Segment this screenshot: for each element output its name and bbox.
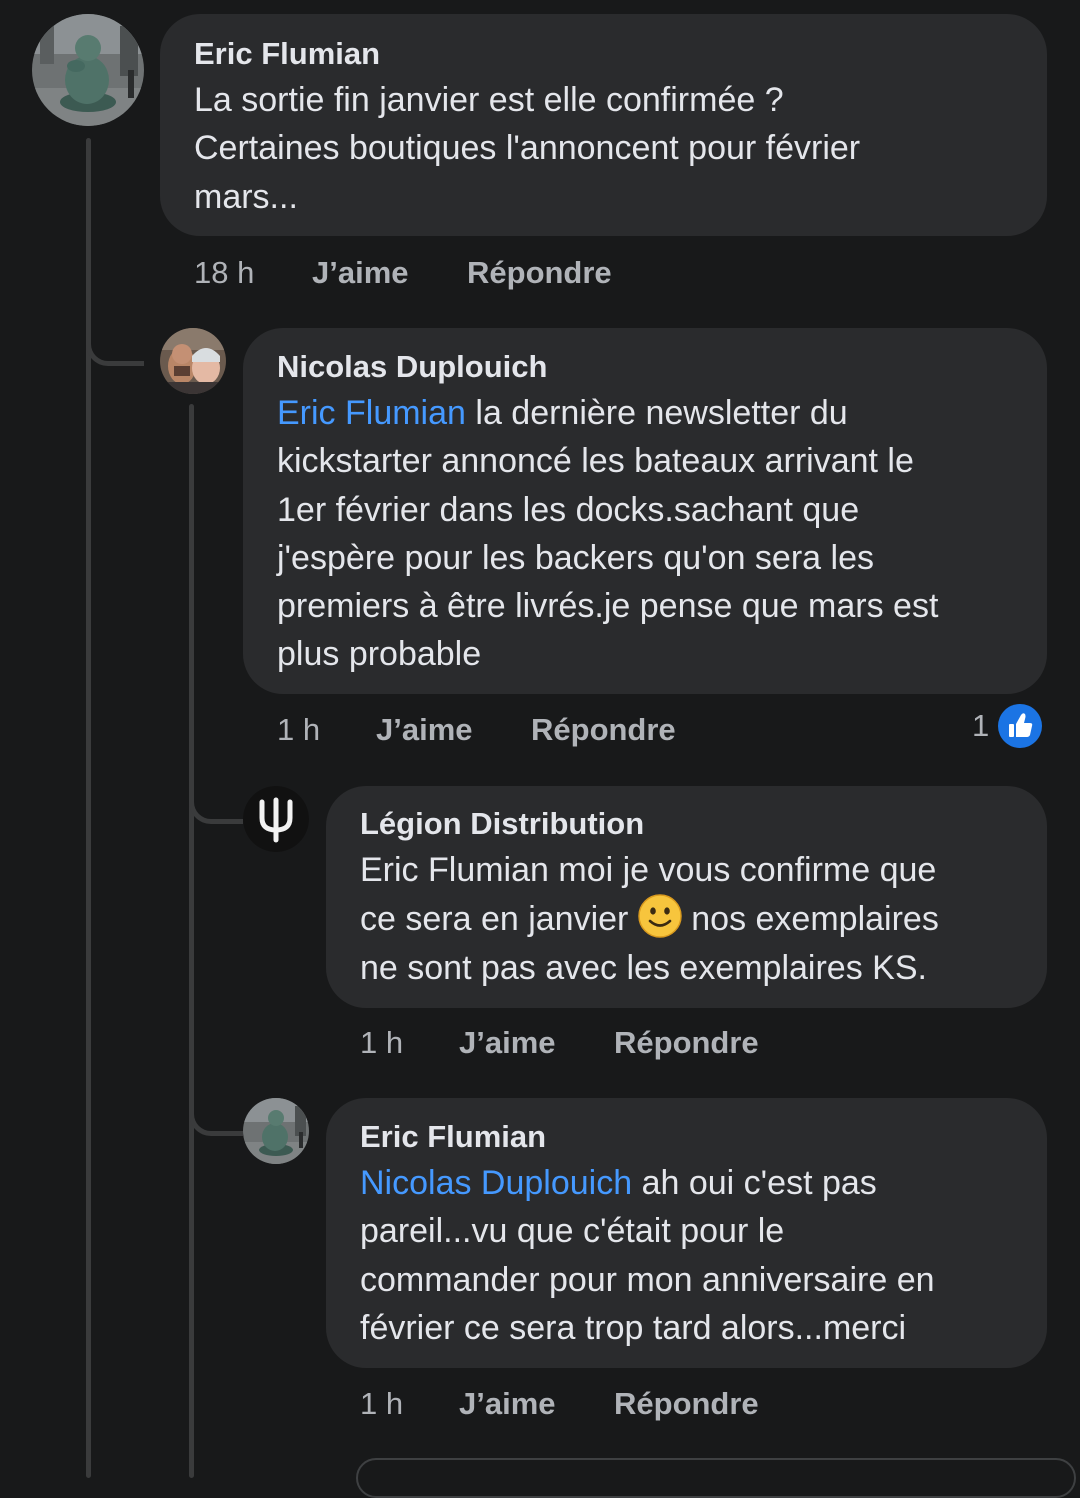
comment-text-line: ce sera en janvier nos exemplaires (360, 894, 939, 943)
like-button[interactable]: J’aime (459, 1382, 556, 1426)
comment-bubble: Eric Flumian Nicolas Duplouich ah oui c'… (326, 1098, 1047, 1368)
mention-link[interactable]: Nicolas Duplouich (360, 1164, 632, 1202)
comment-text-line: j'espère pour les backers qu'on sera les (277, 538, 874, 577)
avatar[interactable] (32, 14, 144, 126)
comment-timestamp: 18 h (194, 255, 255, 290)
comment-text-line: commander pour mon anniversaire en (360, 1260, 935, 1299)
comment-text-line: plus probable (277, 635, 482, 674)
comment-actions: 1 h J’aime Répondre (277, 708, 777, 752)
comment-text-line: Eric Flumian moi je vous confirme que (360, 851, 937, 889)
comment-timestamp: 1 h (360, 1025, 404, 1060)
comment-text-line: premiers à être livrés.je pense que mars… (277, 587, 939, 626)
comment-text-line: pareil...vu que c'était pour le (360, 1212, 785, 1251)
comment-text-line: ne sont pas avec les exemplaires KS. (360, 948, 927, 987)
avatar[interactable] (243, 786, 309, 852)
comment-author[interactable]: Eric Flumian (360, 1117, 546, 1157)
comment-text-line: Eric Flumian la dernière newsletter du (277, 394, 848, 432)
comment-text-line: kickstarter annoncé les bateaux arrivant… (277, 442, 914, 481)
avatar[interactable] (160, 328, 226, 394)
comment-bubble: Eric Flumian La sortie fin janvier est e… (160, 14, 1047, 236)
reaction-summary[interactable]: 1 (972, 702, 1046, 750)
comment-author[interactable]: Eric Flumian (194, 34, 380, 74)
slightly-smiling-face-icon (638, 894, 682, 939)
thread-connector (86, 300, 144, 366)
comment-text-line: mars... (194, 177, 298, 216)
comment-actions: 18 h J’aime Répondre (194, 251, 694, 295)
reaction-count: 1 (972, 708, 990, 743)
like-button[interactable]: J’aime (459, 1021, 556, 1065)
comment-text-line: Certaines boutiques l'annoncent pour fév… (194, 129, 861, 168)
reply-input[interactable] (356, 1458, 1076, 1498)
comment-text-line: Nicolas Duplouich ah oui c'est pas (360, 1164, 877, 1202)
comment-actions: 1 h J’aime Répondre (360, 1382, 860, 1426)
comment-actions: 1 h J’aime Répondre (360, 1021, 860, 1065)
comment-author[interactable]: Légion Distribution (360, 804, 644, 844)
comment-text-line: 1er février dans les docks.sachant que (277, 490, 860, 529)
comment-timestamp: 1 h (360, 1386, 404, 1421)
thumbs-up-icon (998, 704, 1042, 748)
mention-link[interactable]: Eric Flumian (277, 394, 466, 432)
reply-button[interactable]: Répondre (614, 1021, 759, 1065)
like-button[interactable]: J’aime (312, 251, 409, 295)
thread-line-nested (189, 404, 194, 1478)
reply-button[interactable]: Répondre (614, 1382, 759, 1426)
comment-text-line: La sortie fin janvier est elle confirmée… (194, 81, 784, 119)
like-button[interactable]: J’aime (376, 708, 473, 752)
avatar[interactable] (243, 1098, 309, 1164)
comment-bubble: Nicolas Duplouich Eric Flumian la derniè… (243, 328, 1047, 694)
comment-timestamp: 1 h (277, 712, 321, 747)
reply-button[interactable]: Répondre (467, 251, 612, 295)
comment-text-line: février ce sera trop tard alors...merci (360, 1308, 907, 1347)
reply-button[interactable]: Répondre (531, 708, 676, 752)
comment-author[interactable]: Nicolas Duplouich (277, 347, 547, 387)
thread-connector (189, 1082, 243, 1136)
thread-connector (189, 770, 243, 824)
comment-bubble: Légion Distribution Eric Flumian moi je … (326, 786, 1047, 1008)
